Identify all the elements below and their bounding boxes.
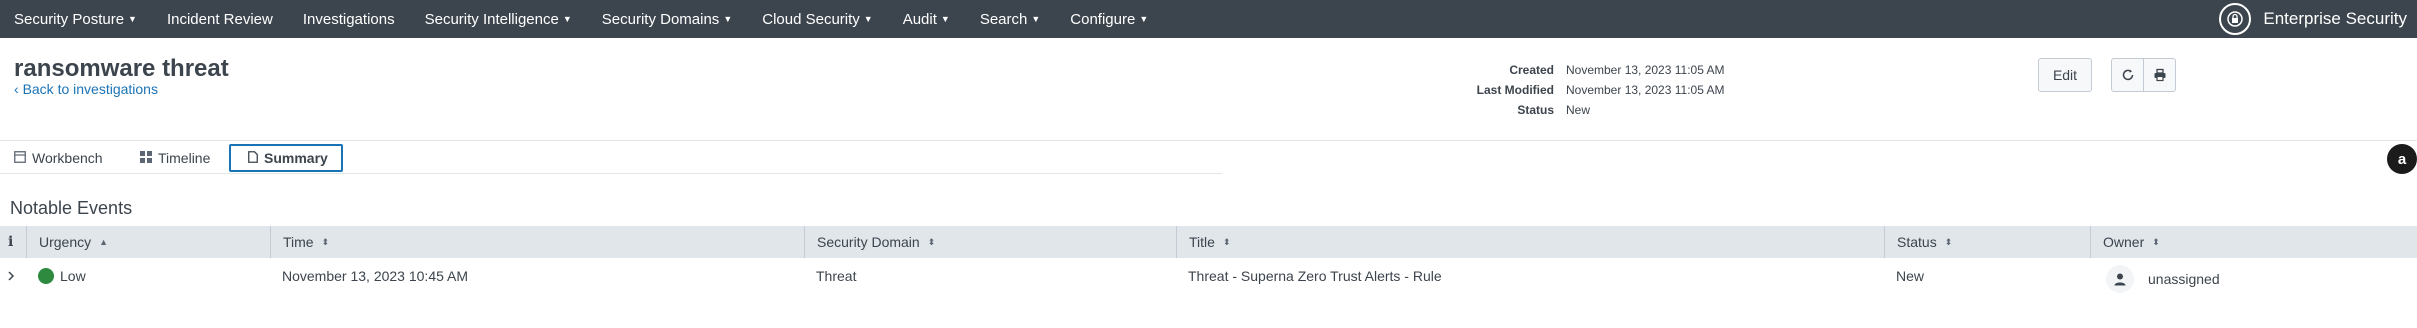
nav-audit[interactable]: Audit ▼ (888, 0, 965, 38)
tab-summary[interactable]: Summary (229, 144, 343, 172)
caret-down-icon: ▼ (128, 14, 137, 24)
nav-incident-review[interactable]: Incident Review (152, 0, 288, 38)
caret-down-icon: ▼ (562, 14, 572, 24)
top-navigation: Security Posture ▼ Incident Review Invest… (0, 0, 2417, 38)
cell-security-domain: Threat (816, 267, 857, 284)
sort-icon: ⬍ (1222, 236, 1231, 247)
cell-status: New (1896, 267, 1925, 284)
user-icon (2106, 264, 2134, 293)
meta-last-modified: Last Modified November 13, 2023 11:05 AM (1476, 83, 1725, 97)
meta-status: Status New (1517, 103, 1591, 117)
urgency-low-icon (38, 267, 54, 284)
tab-timeline[interactable]: Timeline (140, 144, 210, 172)
sort-icon: ⬍ (927, 236, 936, 247)
refresh-icon (2122, 69, 2133, 81)
printer-icon (2154, 68, 2165, 82)
app-brand[interactable]: Enterprise Security (2219, 0, 2417, 38)
sort-icon: ⬍ (321, 236, 330, 247)
column-header-owner[interactable]: Owner ⬍ (2090, 226, 2417, 258)
back-to-investigations-link[interactable]: ‹ Back to investigations (14, 81, 158, 97)
cell-title: Threat - Superna Zero Trust Alerts - Rul… (1188, 267, 1442, 284)
column-header-title[interactable]: Title ⬍ (1176, 226, 1884, 258)
user-avatar[interactable]: a (2387, 144, 2417, 174)
expand-row-button[interactable] (0, 258, 26, 293)
nav-security-intelligence[interactable]: Security Intelligence ▼ (410, 0, 587, 38)
refresh-button[interactable] (2111, 58, 2144, 92)
document-icon (248, 150, 258, 166)
nav-configure[interactable]: Configure ▼ (1055, 0, 1163, 38)
column-header-status[interactable]: Status ⬍ (1884, 226, 2090, 258)
caret-down-icon: ▼ (1031, 14, 1041, 24)
sort-ascending-icon: ▲ (99, 237, 109, 247)
page-title: ransomware threat (14, 55, 229, 82)
nav-investigations[interactable]: Investigations (288, 0, 410, 38)
tab-bar: Workbench Timeline Summary (0, 140, 2417, 174)
info-column-header[interactable]: i (0, 226, 26, 258)
caret-down-icon: ▼ (1139, 14, 1149, 24)
timeline-icon (140, 150, 152, 166)
tab-bar-divider (0, 173, 1222, 174)
cell-owner[interactable]: unassigned (2090, 258, 2417, 293)
enterprise-security-logo-icon (2219, 3, 2252, 35)
table-row[interactable]: Low November 13, 2023 10:45 AM Threat Th… (0, 258, 2417, 293)
caret-down-icon: ▼ (723, 14, 733, 24)
info-icon: i (8, 234, 14, 250)
caret-down-icon: ▼ (863, 14, 873, 24)
table-header: i Urgency ▲ Time ⬍ Security Domain ⬍ Title ⬍… (0, 226, 2417, 258)
section-title: Notable Events (10, 198, 133, 218)
chevron-left-icon: ‹ (14, 81, 23, 97)
edit-button[interactable]: Edit (2038, 58, 2092, 92)
sort-icon: ⬍ (2152, 236, 2160, 247)
column-header-urgency[interactable]: Urgency ▲ (26, 226, 270, 258)
print-button[interactable] (2143, 58, 2176, 92)
brand-name: Enterprise Security (2263, 9, 2407, 28)
nav-security-posture[interactable]: Security Posture ▼ (0, 0, 152, 38)
cell-urgency: Low (26, 258, 270, 293)
column-header-time[interactable]: Time ⬍ (270, 226, 804, 258)
meta-created: Created November 13, 2023 11:05 AM (1509, 63, 1725, 77)
nav-search[interactable]: Search ▼ (965, 0, 1055, 38)
tab-workbench[interactable]: Workbench (14, 144, 103, 172)
chevron-right-icon (8, 270, 15, 281)
cell-time: November 13, 2023 10:45 AM (282, 267, 469, 284)
sort-icon: ⬍ (1944, 236, 1953, 247)
nav-security-domains[interactable]: Security Domains ▼ (587, 0, 747, 38)
column-header-security-domain[interactable]: Security Domain ⬍ (804, 226, 1176, 258)
investigation-meta: Created November 13, 2023 11:05 AM Last M… (1440, 60, 1725, 120)
caret-down-icon: ▼ (940, 14, 950, 24)
workbench-icon (14, 150, 26, 166)
nav-cloud-security[interactable]: Cloud Security ▼ (747, 0, 887, 38)
